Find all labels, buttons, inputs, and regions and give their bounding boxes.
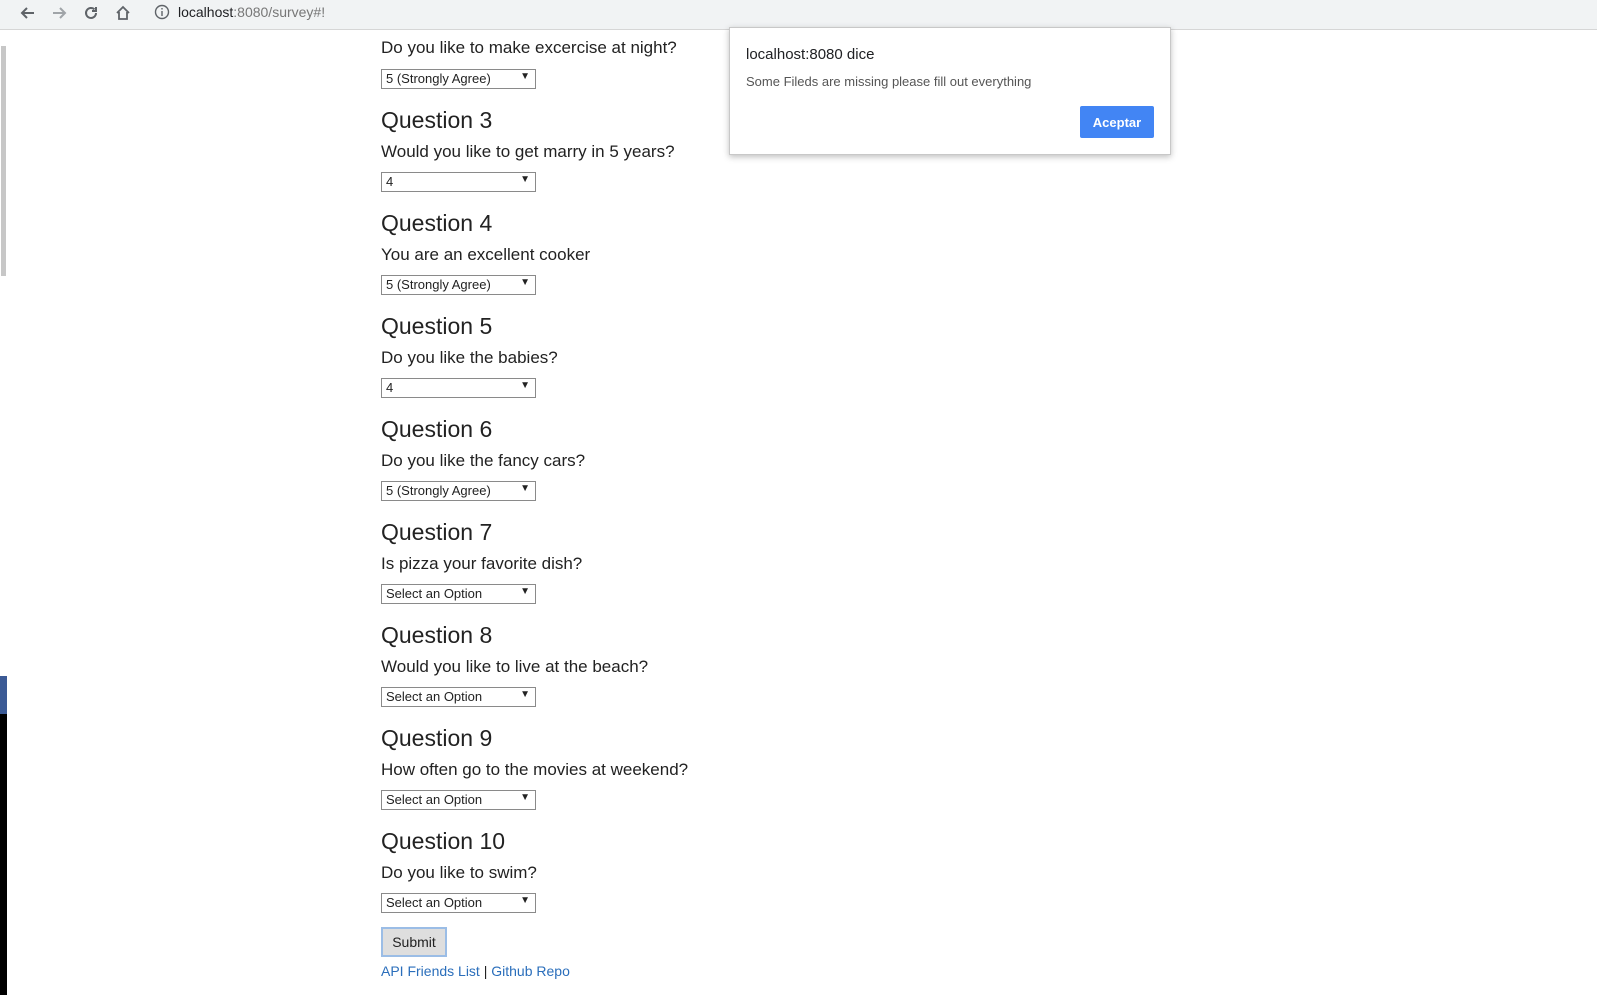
chevron-down-icon: ▼ — [520, 277, 530, 288]
chevron-down-icon: ▼ — [520, 895, 530, 906]
submit-button[interactable]: Submit — [381, 927, 447, 957]
chevron-down-icon: ▼ — [520, 483, 530, 494]
side-panel-edge — [0, 676, 7, 714]
answer-select[interactable]: Select an Option ▼ — [381, 584, 536, 604]
dialog-title: localhost:8080 dice — [746, 46, 875, 63]
browser-toolbar: localhost:8080/survey#! — [0, 0, 1597, 30]
scrollbar-thumb[interactable] — [1, 46, 6, 276]
select-value: 5 (Strongly Agree) — [386, 483, 491, 498]
select-value: Select an Option — [386, 689, 483, 704]
forward-icon[interactable] — [48, 2, 70, 24]
address-bar[interactable]: localhost:8080/survey#! — [144, 0, 1597, 24]
question-text: Do you like the fancy cars? — [381, 451, 586, 470]
question-text: Do you like the babies? — [381, 348, 558, 367]
home-icon[interactable] — [112, 2, 134, 24]
answer-select[interactable]: 5 (Strongly Agree) ▼ — [381, 275, 536, 295]
api-friends-list-link[interactable]: API Friends List — [381, 963, 480, 979]
github-repo-link[interactable]: Github Repo — [491, 963, 570, 979]
question-text: How often go to the movies at weekend? — [381, 760, 689, 779]
chevron-down-icon: ▼ — [520, 792, 530, 803]
select-value: Select an Option — [386, 586, 483, 601]
question-title: Question 8 — [381, 622, 493, 648]
back-icon[interactable] — [17, 2, 39, 24]
select-value: 5 (Strongly Agree) — [386, 277, 491, 292]
question-text: Do you like to swim? — [381, 863, 537, 882]
question-text: Would you like to live at the beach? — [381, 657, 649, 676]
chevron-down-icon: ▼ — [520, 689, 530, 700]
answer-select[interactable]: 5 (Strongly Agree) ▼ — [381, 481, 536, 501]
question-text: You are an excellent cooker — [381, 245, 591, 264]
question-title: Question 10 — [381, 828, 506, 854]
answer-select[interactable]: 4 ▼ — [381, 378, 536, 398]
select-value: Select an Option — [386, 792, 483, 807]
answer-select[interactable]: Select an Option ▼ — [381, 687, 536, 707]
alert-dialog: localhost:8080 dice Some Fileds are miss… — [729, 27, 1171, 155]
answer-select[interactable]: Select an Option ▼ — [381, 790, 536, 810]
question-title: Question 3 — [381, 107, 493, 133]
chevron-down-icon: ▼ — [520, 174, 530, 185]
dialog-message: Some Fileds are missing please fill out … — [746, 74, 1032, 89]
question-title: Question 7 — [381, 519, 493, 545]
question-title: Question 6 — [381, 416, 493, 442]
select-value: 5 (Strongly Agree) — [386, 71, 491, 86]
chevron-down-icon: ▼ — [520, 71, 530, 82]
url-host: localhost — [178, 4, 234, 20]
footer-links: API Friends List | Github Repo — [381, 963, 570, 979]
reload-icon[interactable] — [80, 2, 102, 24]
url-path: :8080/survey#! — [233, 4, 326, 20]
chevron-down-icon: ▼ — [520, 380, 530, 391]
select-value: 4 — [386, 380, 394, 395]
accept-button[interactable]: Aceptar — [1080, 106, 1154, 138]
side-panel-dark — [0, 714, 7, 995]
select-value: Select an Option — [386, 895, 483, 910]
question-title: Question 9 — [381, 725, 493, 751]
answer-select[interactable]: Select an Option ▼ — [381, 893, 536, 913]
question-title: Question 5 — [381, 313, 493, 339]
select-value: 4 — [386, 174, 394, 189]
question-text: Is pizza your favorite dish? — [381, 554, 583, 573]
question-title: Question 4 — [381, 210, 493, 236]
question-text: Would you like to get marry in 5 years? — [381, 142, 675, 161]
answer-select[interactable]: 4 ▼ — [381, 172, 536, 192]
answer-select[interactable]: 5 (Strongly Agree) ▼ — [381, 69, 536, 89]
question-text: Do you like to make excercise at night? — [381, 38, 677, 57]
link-separator: | — [483, 963, 488, 979]
chevron-down-icon: ▼ — [520, 586, 530, 597]
info-icon[interactable] — [154, 4, 170, 20]
